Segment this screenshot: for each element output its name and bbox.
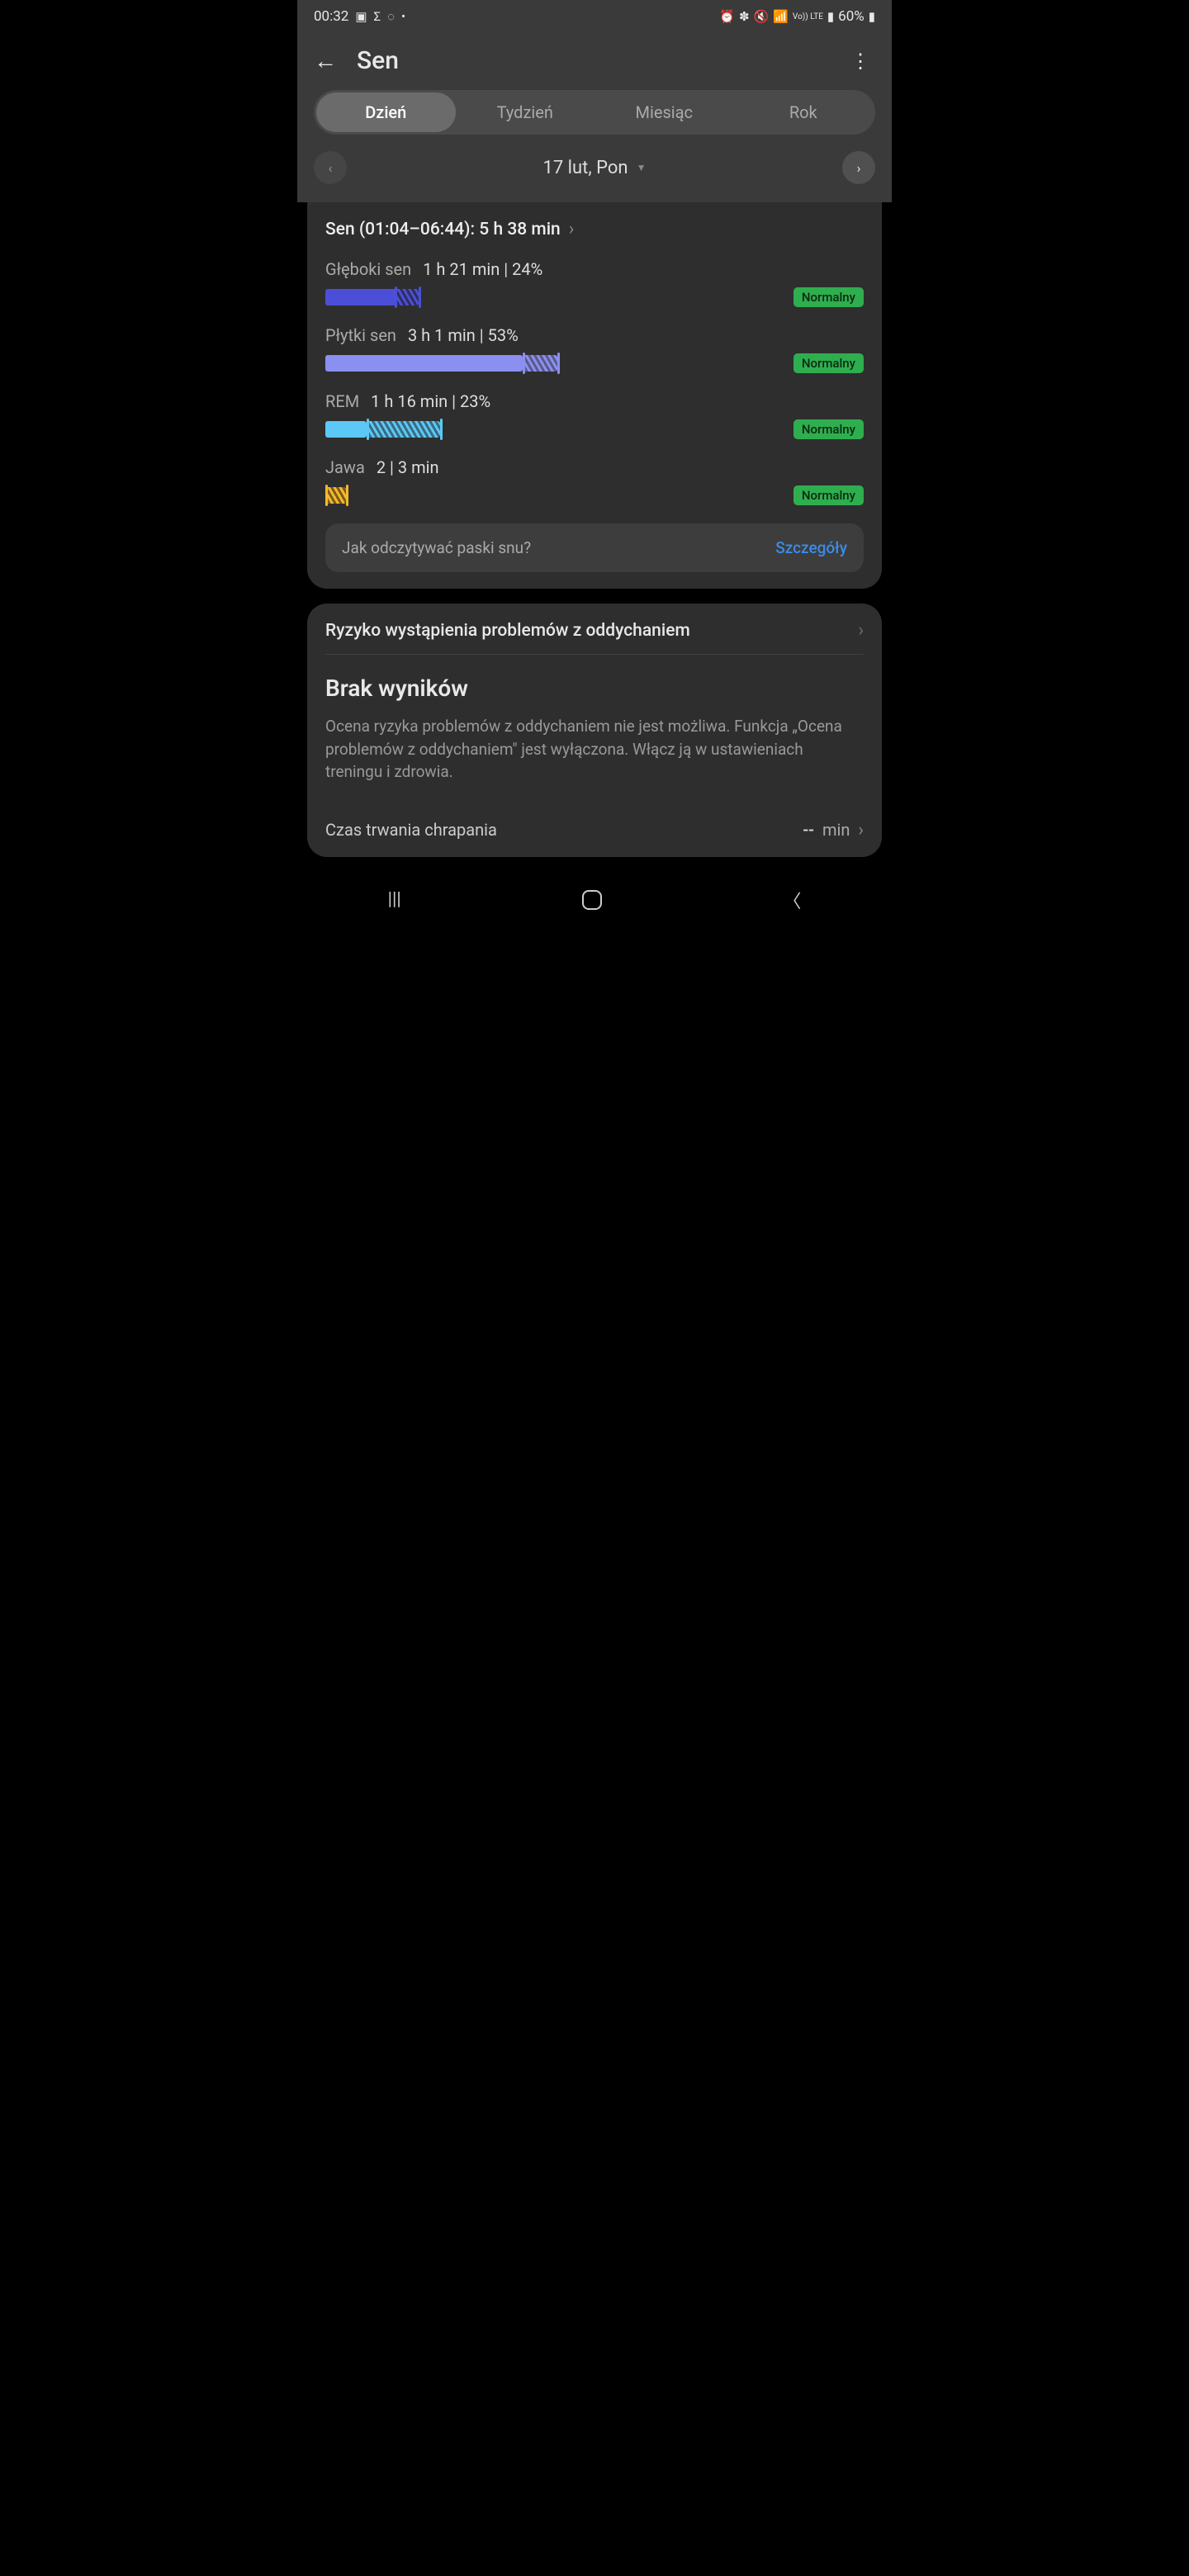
battery-text: 60% [838, 8, 865, 25]
snoring-button[interactable]: Czas trwania chrapania -- min › [325, 820, 864, 841]
bluetooth-icon: ✽ [739, 9, 750, 24]
stage-light-value: 3 h 1 min | 53% [408, 325, 519, 345]
sleep-session-button[interactable]: Sen (01:04–06:44): 5 h 38 min › [325, 219, 864, 239]
stage-deep-value: 1 h 21 min | 24% [423, 259, 542, 279]
tab-week[interactable]: Tydzień [456, 92, 595, 132]
stage-awake-name: Jawa [325, 457, 365, 477]
header-zone: ← Sen ⋮ Dzień Tydzień Miesiąc Rok ‹ 17 l… [297, 28, 892, 202]
stage-deep: Głęboki sen 1 h 21 min | 24% Normalny [325, 259, 864, 307]
current-date: 17 lut, Pon [543, 158, 628, 178]
more-menu-button[interactable]: ⋮ [850, 50, 875, 73]
stage-rem-badge: Normalny [793, 419, 864, 439]
recents-button[interactable]: ||| [388, 889, 401, 910]
lte-icon: Vo)) LTE [793, 12, 823, 21]
tab-day[interactable]: Dzień [316, 92, 456, 132]
chat-icon: ◌ [387, 9, 395, 24]
stage-rem-bar [325, 421, 672, 438]
date-picker[interactable]: 17 lut, Pon ▼ [543, 158, 647, 178]
app-header: ← Sen ⋮ [297, 28, 892, 90]
chevron-right-icon: › [569, 219, 575, 239]
chevron-right-icon: › [858, 820, 864, 841]
session-label: Sen (01:04–06:44): 5 h 38 min [325, 220, 561, 239]
prev-date-button[interactable]: ‹ [314, 151, 347, 184]
breathing-result-body: Ocena ryzyka problemów z oddychaniem nie… [325, 715, 864, 784]
stage-awake-value: 2 | 3 min [377, 457, 439, 477]
breathing-result-heading: Brak wyników [325, 675, 864, 702]
content-area: Sen (01:04–06:44): 5 h 38 min › Głęboki … [297, 202, 892, 857]
chevron-right-icon: › [858, 620, 864, 641]
status-bar: 00:32 ▣ Σ ◌ • ⏰ ✽ 🔇 📶 Vo)) LTE ▮ 60% ▮ [297, 0, 892, 28]
tab-year[interactable]: Rok [734, 92, 874, 132]
next-date-button[interactable]: › [842, 151, 875, 184]
stage-deep-name: Głęboki sen [325, 259, 411, 279]
stage-light-name: Płytki sen [325, 325, 396, 345]
stage-rem-value: 1 h 16 min | 23% [371, 391, 490, 411]
dot-icon: • [401, 9, 405, 24]
breathing-title-button[interactable]: Ryzyko wystąpienia problemów z oddychani… [325, 620, 864, 655]
page-title: Sen [357, 46, 831, 75]
date-navigator: ‹ 17 lut, Pon ▼ › [297, 151, 892, 191]
back-nav-button[interactable]: 〈 [783, 887, 801, 913]
stage-light: Płytki sen 3 h 1 min | 53% Normalny [325, 325, 864, 373]
stage-light-badge: Normalny [793, 353, 864, 373]
sleep-card: Sen (01:04–06:44): 5 h 38 min › Głęboki … [307, 202, 882, 589]
stage-awake-badge: Normalny [793, 485, 864, 505]
chevron-left-icon: ‹ [329, 160, 333, 176]
stage-deep-bar [325, 289, 672, 305]
stage-light-bar [325, 355, 672, 372]
sigma-icon: Σ [374, 9, 381, 24]
dropdown-icon: ▼ [637, 162, 647, 173]
mute-icon: 🔇 [754, 9, 770, 24]
breathing-title: Ryzyko wystąpienia problemów z oddychani… [325, 621, 690, 641]
stage-rem: REM 1 h 16 min | 23% Normalny [325, 391, 864, 439]
info-question: Jak odczytywać paski snu? [342, 538, 531, 557]
stage-awake-bar [325, 487, 672, 504]
back-button[interactable]: ← [314, 47, 337, 74]
status-left: 00:32 ▣ Σ ◌ • [314, 8, 405, 25]
breathing-card: Ryzyko wystąpienia problemów z oddychani… [307, 604, 882, 857]
snoring-value: -- [803, 820, 814, 840]
status-right: ⏰ ✽ 🔇 📶 Vo)) LTE ▮ 60% ▮ [719, 8, 875, 25]
signal-icon: ▮ [827, 9, 834, 24]
sleep-info-button[interactable]: Jak odczytywać paski snu? Szczegóły [325, 523, 864, 572]
stage-deep-badge: Normalny [793, 287, 864, 307]
period-tabs: Dzień Tydzień Miesiąc Rok [314, 90, 875, 135]
stage-rem-name: REM [325, 391, 359, 411]
tab-month[interactable]: Miesiąc [594, 92, 734, 132]
home-button[interactable] [582, 890, 602, 910]
system-nav-bar: ||| 〈 [297, 872, 892, 923]
wifi-icon: 📶 [773, 9, 789, 24]
info-link: Szczegóły [775, 538, 847, 557]
battery-icon: ▮ [869, 9, 875, 24]
alarm-icon: ⏰ [719, 9, 735, 24]
snoring-unit: min [822, 820, 850, 840]
status-time: 00:32 [314, 8, 348, 25]
stage-awake: Jawa 2 | 3 min Normalny [325, 457, 864, 505]
gallery-icon: ▣ [355, 9, 367, 24]
snoring-label: Czas trwania chrapania [325, 820, 497, 840]
chevron-right-icon: › [857, 160, 861, 176]
